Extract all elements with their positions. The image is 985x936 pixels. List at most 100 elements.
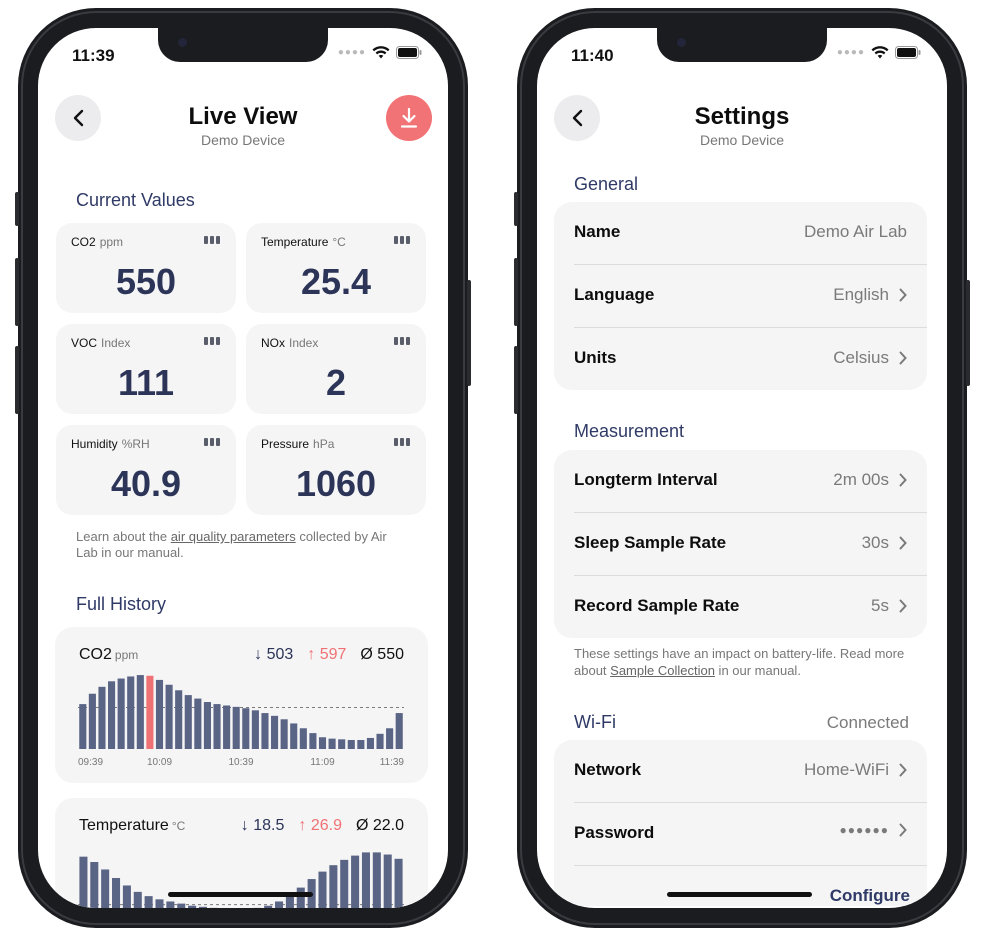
chart-bar[interactable] bbox=[275, 901, 284, 908]
chart-bar[interactable] bbox=[165, 684, 173, 749]
voc-tile[interactable]: VOC Index 111 bbox=[56, 324, 236, 414]
chart-bar[interactable] bbox=[299, 728, 307, 749]
chart-bar[interactable] bbox=[296, 887, 305, 908]
chart-bar[interactable] bbox=[383, 854, 392, 908]
chart-bar[interactable] bbox=[166, 901, 175, 908]
row-value: English bbox=[833, 285, 907, 305]
chart-bar[interactable] bbox=[242, 708, 250, 749]
chart-bar[interactable] bbox=[223, 705, 231, 749]
configure-button[interactable]: Configure bbox=[830, 886, 910, 906]
row-label: Sleep Sample Rate bbox=[574, 533, 727, 552]
chart-bar[interactable] bbox=[144, 896, 153, 908]
chart-bar[interactable] bbox=[347, 740, 355, 749]
sample-collection-link[interactable]: Sample Collection bbox=[610, 663, 715, 678]
chart-bar[interactable] bbox=[188, 905, 197, 908]
chart-bar[interactable] bbox=[309, 733, 317, 749]
units-row[interactable]: Units Celsius bbox=[574, 327, 927, 390]
chart-bar[interactable] bbox=[79, 856, 88, 908]
chart-bar[interactable] bbox=[203, 702, 211, 749]
row-label: Longterm Interval bbox=[574, 470, 718, 489]
chart-bar[interactable] bbox=[146, 675, 154, 749]
chart-bar[interactable] bbox=[328, 738, 336, 749]
row-value: Home-WiFi bbox=[804, 760, 907, 780]
sleep-sample-rate-row[interactable]: Sleep Sample Rate 30s bbox=[574, 512, 927, 575]
chart-bar[interactable] bbox=[198, 906, 207, 908]
record-sample-rate-row[interactable]: Record Sample Rate 5s bbox=[574, 575, 927, 638]
longterm-interval-row[interactable]: Longterm Interval 2m 00s bbox=[554, 450, 927, 512]
tile-label-text: VOC bbox=[71, 336, 98, 350]
chart-bar[interactable] bbox=[271, 715, 279, 749]
tile-unit: ppm bbox=[99, 235, 124, 249]
password-row[interactable]: Password ●●●●●● bbox=[574, 802, 927, 865]
chart-bar[interactable] bbox=[376, 733, 384, 749]
chart-bar[interactable] bbox=[395, 713, 403, 749]
humidity-tile[interactable]: Humidity %RH 40.9 bbox=[56, 425, 236, 515]
battery-note: These settings have an impact on battery… bbox=[574, 645, 919, 679]
language-row[interactable]: Language English bbox=[574, 264, 927, 327]
chart-bar[interactable] bbox=[136, 675, 144, 749]
chart-bar[interactable] bbox=[318, 871, 327, 908]
chart-bar[interactable] bbox=[394, 858, 403, 908]
chart-bar[interactable] bbox=[351, 855, 360, 908]
row-value-text: 5s bbox=[871, 596, 889, 615]
chart-bar[interactable] bbox=[361, 852, 370, 908]
chart-bar[interactable] bbox=[112, 878, 121, 908]
chart-bar[interactable] bbox=[98, 686, 106, 749]
chart-bar[interactable] bbox=[340, 859, 349, 908]
chart-bar[interactable] bbox=[175, 690, 183, 749]
chart-bar[interactable] bbox=[108, 681, 116, 749]
tile-label-text: Pressure bbox=[261, 437, 310, 451]
chart-bar[interactable] bbox=[133, 891, 142, 908]
co2-history-card[interactable]: CO2 ppm ↓ 503 ↑ 597 Ø 550 09:39 10:09 10:39… bbox=[55, 627, 428, 783]
air-quality-parameters-link[interactable]: air quality parameters bbox=[171, 529, 296, 544]
chart-bar[interactable] bbox=[357, 740, 365, 749]
chart-bar[interactable] bbox=[88, 693, 96, 749]
chart-bar[interactable] bbox=[194, 698, 202, 749]
volume-up-button bbox=[514, 258, 518, 326]
network-row[interactable]: Network Home-WiFi bbox=[554, 740, 927, 802]
chart-bar[interactable] bbox=[329, 865, 338, 908]
chevron-right-icon bbox=[899, 599, 907, 613]
temperature-tile[interactable]: Temperature °C 25.4 bbox=[246, 223, 426, 313]
name-row[interactable]: Name Demo Air Lab bbox=[554, 202, 927, 264]
home-indicator[interactable] bbox=[667, 892, 812, 897]
chart-bar[interactable] bbox=[79, 704, 87, 749]
chart-bar[interactable] bbox=[251, 710, 259, 749]
nox-tile[interactable]: NOx Index 2 bbox=[246, 324, 426, 414]
co2-tile[interactable]: CO2 ppm 550 bbox=[56, 223, 236, 313]
row-value-text: English bbox=[833, 285, 889, 304]
chart-bar[interactable] bbox=[366, 737, 374, 749]
chart-bar[interactable] bbox=[280, 719, 288, 749]
chart-bar[interactable] bbox=[285, 895, 294, 908]
chart-bar[interactable] bbox=[213, 704, 221, 749]
chart-bar[interactable] bbox=[177, 903, 186, 908]
wifi-icon bbox=[372, 46, 390, 59]
chart-bar[interactable] bbox=[386, 728, 394, 749]
chart-bar[interactable] bbox=[372, 852, 381, 908]
notch bbox=[657, 28, 827, 62]
chart-bar[interactable] bbox=[117, 678, 125, 749]
pressure-tile[interactable]: Pressure hPa 1060 bbox=[246, 425, 426, 515]
chart-bar[interactable] bbox=[155, 899, 164, 908]
general-group: Name Demo Air Lab Language English Units… bbox=[554, 202, 927, 390]
chart-bar[interactable] bbox=[264, 905, 273, 908]
battery-icon bbox=[895, 46, 921, 59]
chart-bar[interactable] bbox=[232, 706, 240, 749]
tile-value: 111 bbox=[117, 362, 175, 403]
chart-bar[interactable] bbox=[184, 695, 192, 749]
download-button[interactable] bbox=[386, 95, 432, 141]
home-indicator[interactable] bbox=[168, 892, 313, 897]
chart-bar[interactable] bbox=[261, 713, 269, 749]
signal-icon: ●●●● bbox=[836, 47, 865, 58]
chart-bar[interactable] bbox=[338, 739, 346, 749]
volume-down-button bbox=[15, 346, 19, 414]
chart-bar[interactable] bbox=[318, 737, 327, 749]
chart-bar[interactable] bbox=[101, 869, 110, 908]
chevron-right-icon bbox=[899, 763, 907, 777]
chart-bar[interactable] bbox=[122, 885, 131, 908]
page-title: Settings bbox=[694, 103, 790, 130]
chart-bar[interactable] bbox=[90, 862, 99, 908]
chart-bar[interactable] bbox=[155, 679, 164, 749]
chart-bar[interactable] bbox=[290, 723, 298, 749]
chart-bar[interactable] bbox=[127, 676, 135, 749]
